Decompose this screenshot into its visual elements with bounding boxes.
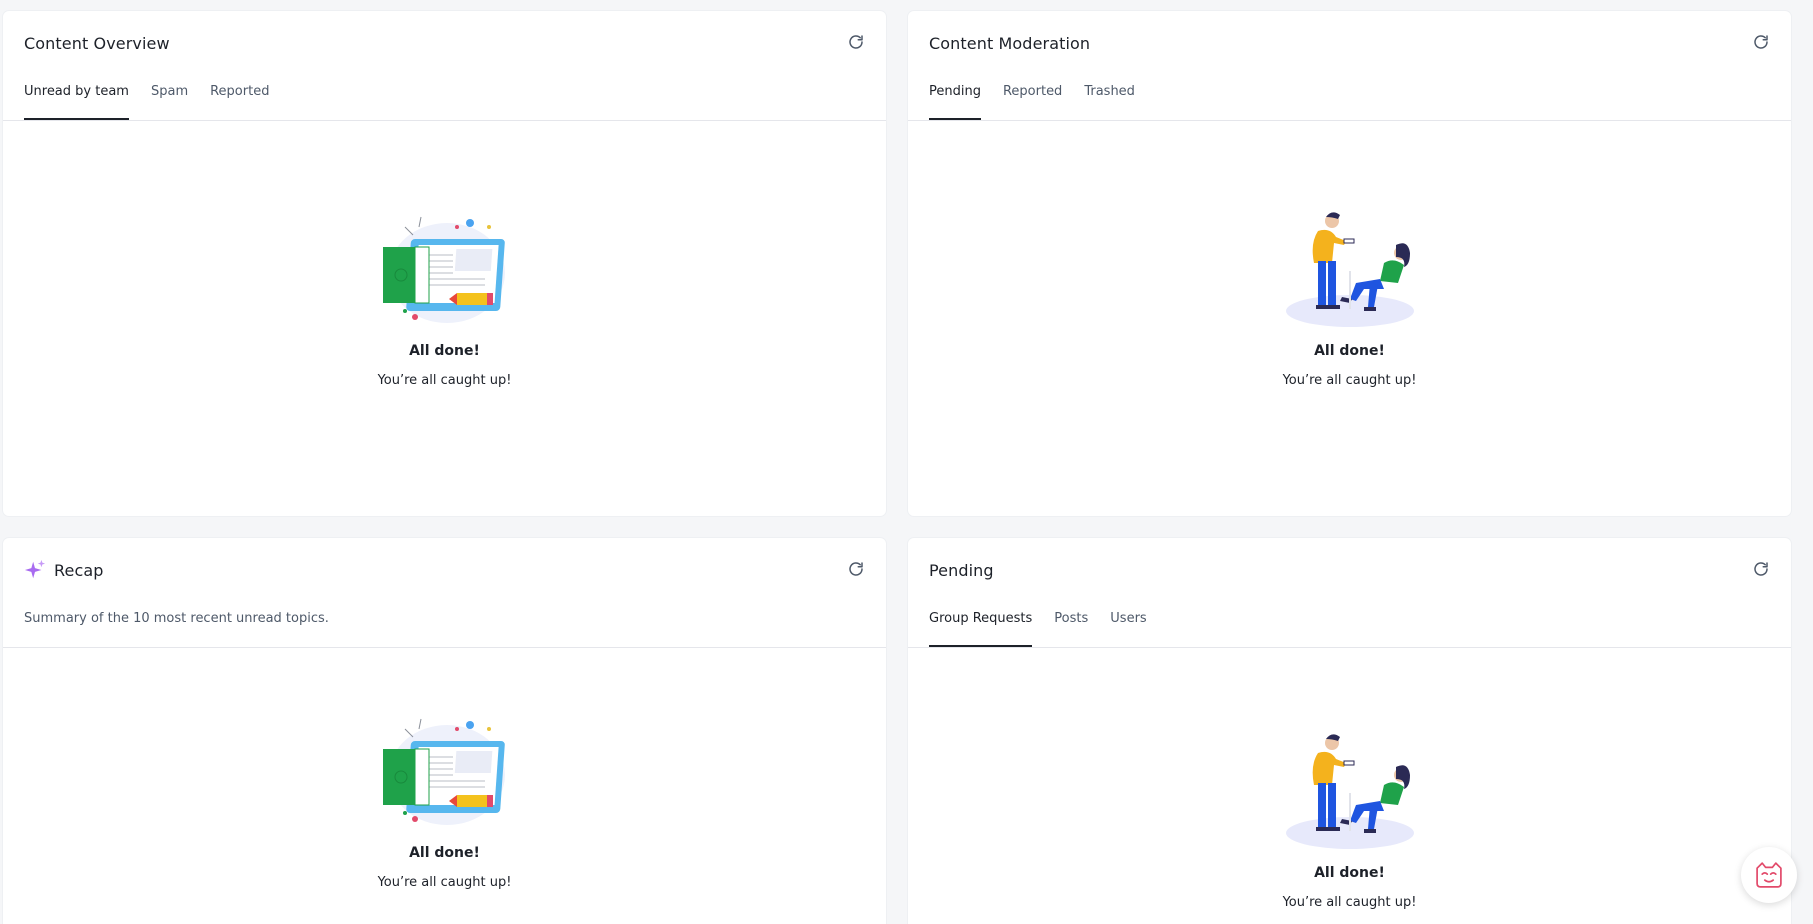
empty-state: All done! You’re all caught up!	[908, 211, 1791, 388]
tab-pending[interactable]: Pending	[929, 77, 981, 120]
tabs: Unread by team Spam Reported	[24, 77, 291, 121]
card-title: Content Overview	[24, 33, 170, 53]
tabs: Pending Reported Trashed	[929, 77, 1157, 121]
refresh-icon[interactable]	[847, 560, 865, 578]
tab-trashed[interactable]: Trashed	[1084, 77, 1135, 120]
refresh-icon[interactable]	[1752, 33, 1770, 51]
tab-users[interactable]: Users	[1110, 604, 1146, 647]
card-header: Pending	[929, 556, 1770, 584]
divider	[3, 120, 886, 121]
empty-title: All done!	[1314, 343, 1385, 359]
card-header: Content Overview	[24, 29, 865, 57]
tab-group-requests[interactable]: Group Requests	[929, 604, 1033, 647]
book-laptop-illustration	[382, 718, 505, 825]
divider	[3, 647, 886, 648]
card-title: Content Moderation	[929, 33, 1091, 53]
empty-subtitle: You’re all caught up!	[377, 373, 512, 388]
empty-subtitle: You’re all caught up!	[1282, 895, 1417, 910]
pending-card: Pending Group Requests Posts Users All d…	[908, 538, 1791, 924]
content-overview-card: Content Overview Unread by team Spam Rep…	[3, 11, 886, 516]
sparkle-icon	[24, 559, 46, 579]
empty-subtitle: You’re all caught up!	[1282, 373, 1417, 388]
content-moderation-card: Content Moderation Pending Reported Tras…	[908, 11, 1791, 516]
tab-reported[interactable]: Reported	[210, 77, 269, 120]
divider	[908, 120, 1791, 121]
divider	[908, 647, 1791, 648]
cat-face-icon	[1756, 862, 1782, 888]
card-header: Recap	[24, 556, 865, 584]
card-title: Pending	[929, 560, 994, 580]
people-chatting-illustration	[1285, 212, 1414, 327]
card-subtitle: Summary of the 10 most recent unread top…	[24, 611, 329, 626]
tab-posts[interactable]: Posts	[1054, 604, 1088, 647]
refresh-icon[interactable]	[1752, 560, 1770, 578]
chat-widget-button[interactable]	[1741, 847, 1797, 903]
tab-unread-by-team[interactable]: Unread by team	[24, 77, 129, 120]
empty-state: All done! You’re all caught up!	[908, 733, 1791, 910]
tabs: Group Requests Posts Users	[929, 604, 1169, 648]
empty-state: All done! You’re all caught up!	[3, 713, 886, 890]
empty-title: All done!	[409, 343, 480, 359]
empty-state: All done! You’re all caught up!	[3, 211, 886, 388]
card-header: Content Moderation	[929, 29, 1770, 57]
book-laptop-illustration	[382, 216, 505, 323]
tab-spam[interactable]: Spam	[151, 77, 188, 120]
people-chatting-illustration	[1285, 734, 1414, 849]
empty-title: All done!	[409, 845, 480, 861]
card-title: Recap	[54, 560, 104, 580]
recap-card: Recap Summary of the 10 most recent unre…	[3, 538, 886, 924]
empty-title: All done!	[1314, 865, 1385, 881]
tab-reported[interactable]: Reported	[1003, 77, 1062, 120]
empty-subtitle: You’re all caught up!	[377, 875, 512, 890]
refresh-icon[interactable]	[847, 33, 865, 51]
